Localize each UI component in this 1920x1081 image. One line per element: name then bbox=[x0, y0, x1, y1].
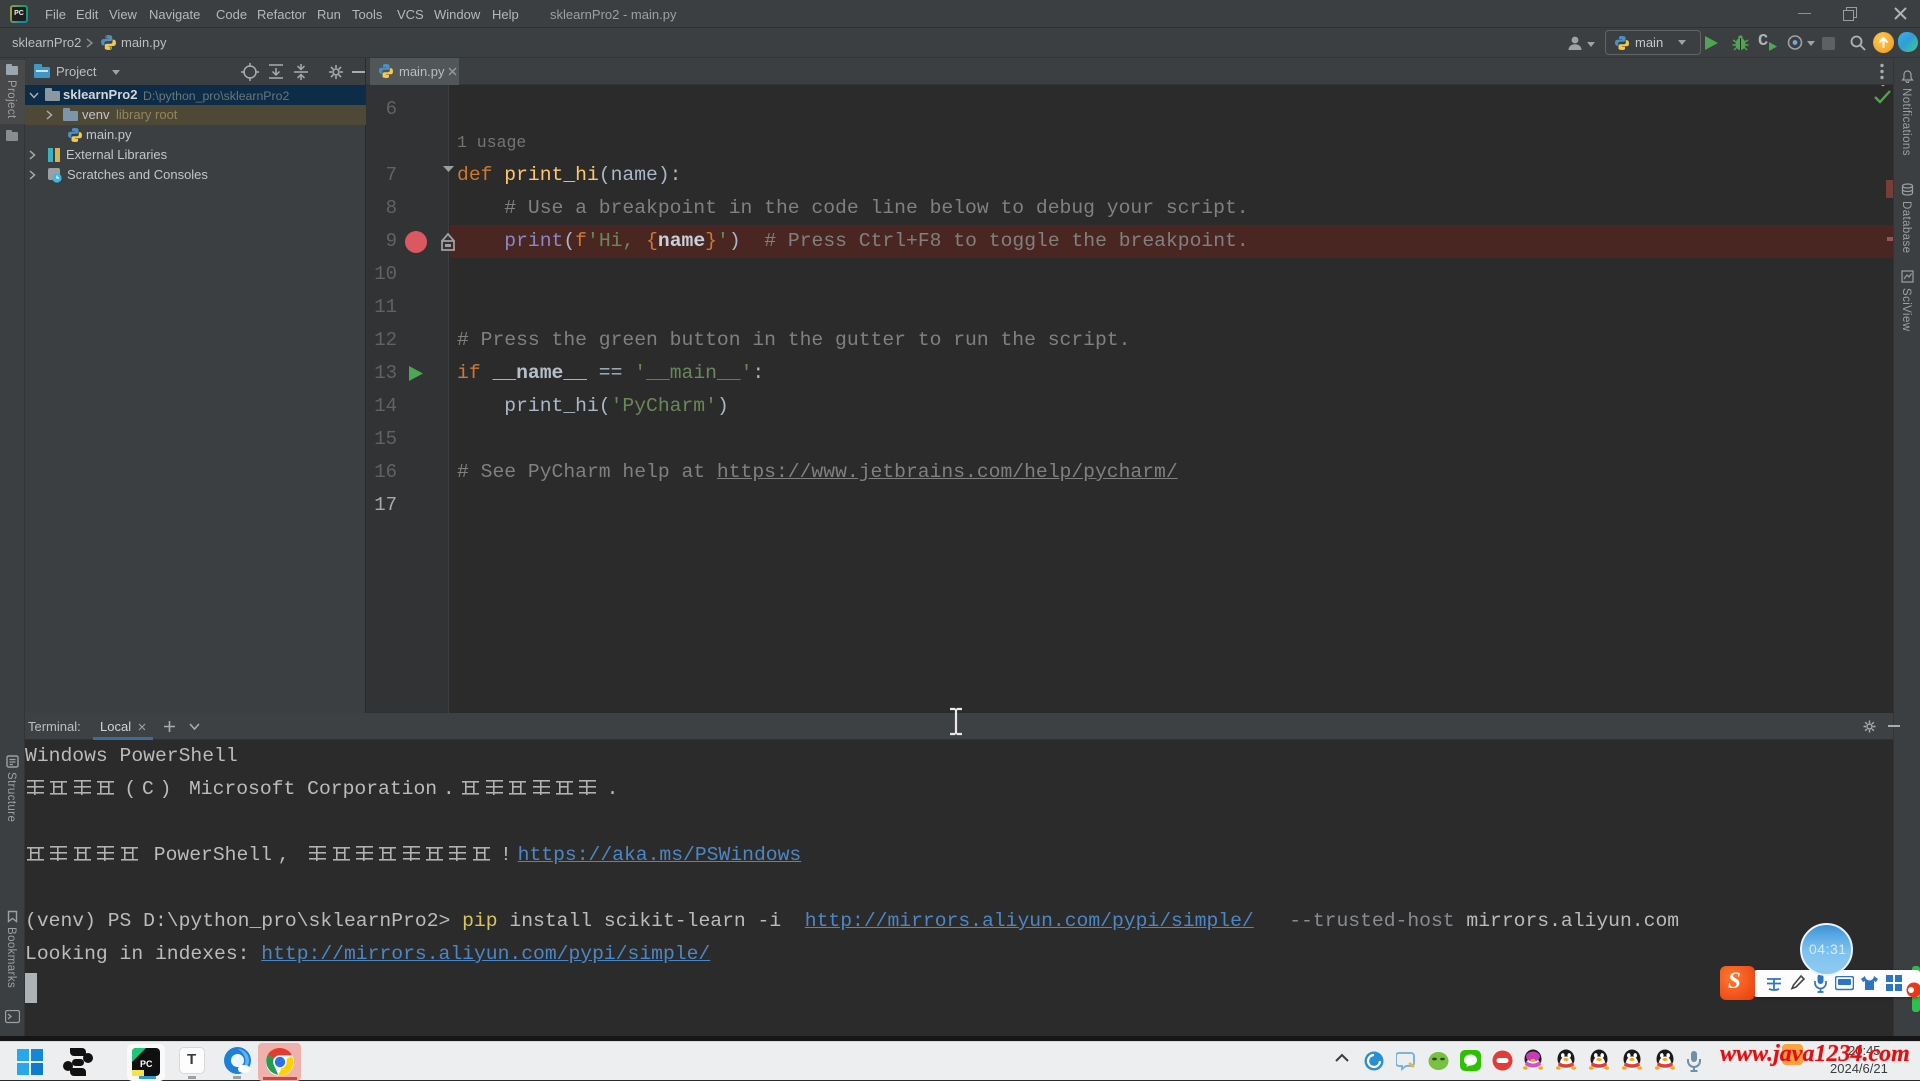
svg-text:PC: PC bbox=[140, 1059, 153, 1069]
